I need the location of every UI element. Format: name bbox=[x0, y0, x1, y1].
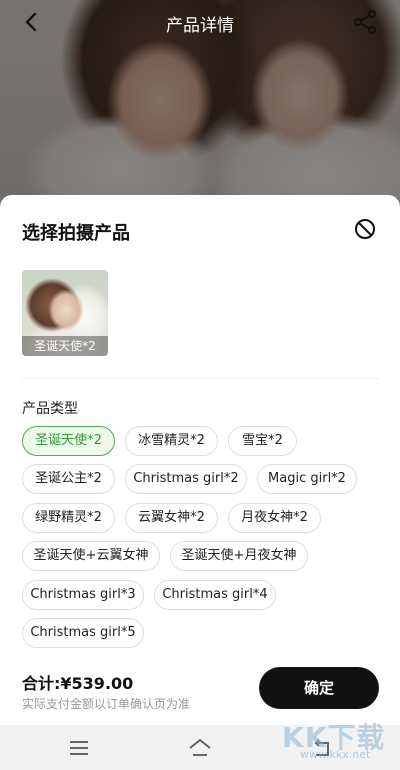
total-value: ¥539.00 bbox=[60, 674, 134, 693]
menu-icon[interactable] bbox=[66, 735, 92, 761]
chip-product-type[interactable]: Magic girl*2 bbox=[257, 464, 357, 494]
page-title: 产品详情 bbox=[166, 16, 234, 36]
total-label: 合计: bbox=[22, 674, 61, 693]
payment-note: 实际支付金额以订单确认页为准 bbox=[22, 697, 191, 711]
chip-product-type[interactable]: 绿野精灵*2 bbox=[22, 503, 115, 533]
chip-product-type[interactable]: 云翼女神*2 bbox=[125, 503, 218, 533]
chip-product-type[interactable]: Christmas girl*3 bbox=[22, 580, 144, 610]
sheet-title: 选择拍摄产品 bbox=[22, 223, 130, 244]
chip-product-type[interactable]: Christmas girl*5 bbox=[22, 618, 144, 648]
confirm-button[interactable]: 确定 bbox=[259, 667, 379, 709]
home-icon[interactable] bbox=[187, 735, 213, 761]
product-select-sheet: 选择拍摄产品 圣诞天使*2 产品类型 圣诞天使*2 冰雪精灵*2 雪宝*2 圣诞… bbox=[0, 195, 400, 725]
section-label-product-type: 产品类型 bbox=[22, 401, 78, 417]
chip-product-type[interactable]: 圣诞天使+云翼女神 bbox=[22, 541, 160, 571]
chip-product-type[interactable]: 圣诞天使*2 bbox=[22, 426, 115, 456]
divider bbox=[22, 378, 379, 379]
product-thumbnail[interactable]: 圣诞天使*2 bbox=[22, 270, 108, 356]
chip-product-type[interactable]: 圣诞公主*2 bbox=[22, 464, 115, 494]
close-icon[interactable] bbox=[353, 217, 377, 241]
product-thumbnail-label: 圣诞天使*2 bbox=[22, 336, 108, 356]
watermark-url: www.kkx.net bbox=[300, 748, 371, 761]
chip-product-type[interactable]: 月夜女神*2 bbox=[228, 503, 321, 533]
chip-product-type[interactable]: Christmas girl*4 bbox=[154, 580, 276, 610]
chip-product-type[interactable]: 雪宝*2 bbox=[228, 426, 297, 456]
total-price: 合计:¥539.00 bbox=[22, 670, 133, 694]
chip-product-type[interactable]: Christmas girl*2 bbox=[125, 464, 247, 494]
share-icon[interactable] bbox=[352, 9, 378, 35]
chip-product-type[interactable]: 圣诞天使+月夜女神 bbox=[170, 541, 308, 571]
chip-product-type[interactable]: 冰雪精灵*2 bbox=[125, 426, 218, 456]
header: 产品详情 bbox=[0, 0, 400, 44]
